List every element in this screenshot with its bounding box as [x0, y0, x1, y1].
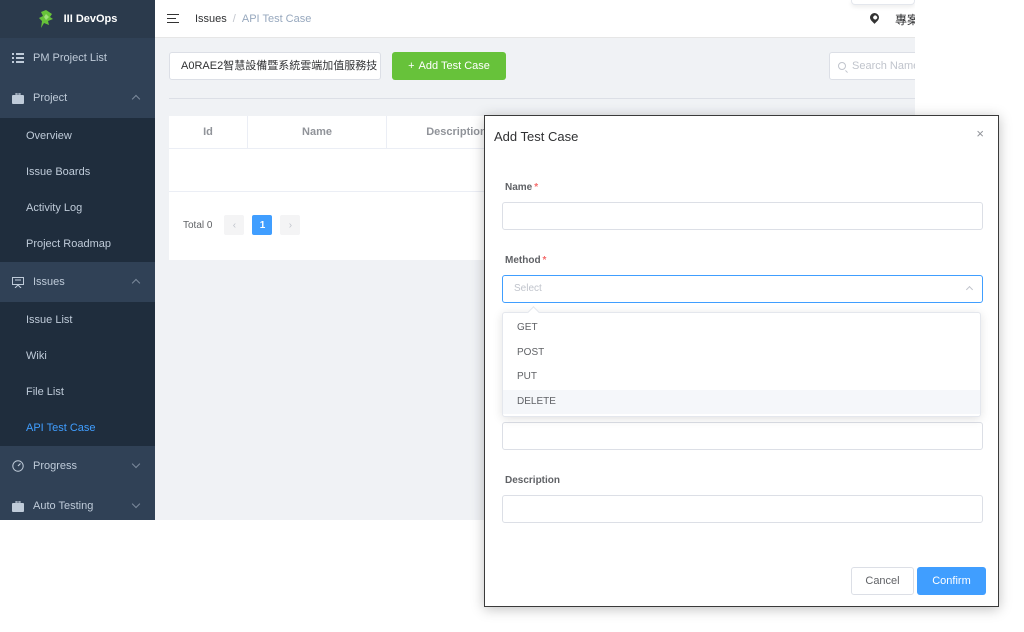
method-dropdown: GET POST PUT DELETE [502, 312, 981, 417]
sidebar-item-label: PM Project List [33, 52, 107, 64]
column-header-id[interactable]: Id [169, 116, 248, 148]
list-icon [12, 52, 24, 64]
breadcrumb: Issues / API Test Case [195, 13, 311, 25]
description-label: Description [505, 475, 561, 486]
sidebar-item-project[interactable]: Project [0, 78, 155, 118]
prev-page-button[interactable]: ‹ [224, 215, 245, 235]
divider [169, 98, 915, 99]
sidebar-item-pm-project-list[interactable]: PM Project List [0, 38, 155, 78]
sidebar-item-label: Issues [33, 276, 65, 288]
breadcrumb-current: API Test Case [241, 12, 312, 25]
logo-icon [38, 9, 54, 29]
method-select[interactable]: Select [502, 275, 983, 303]
search-icon [838, 62, 846, 70]
sidebar-item-label: Wiki [26, 350, 47, 362]
breadcrumb-parent[interactable]: Issues [195, 13, 227, 25]
location-pin-icon[interactable] [868, 11, 881, 24]
required-mark: * [534, 182, 539, 193]
navbar: Issues / API Test Case 專案 [155, 0, 915, 38]
confirm-button[interactable]: Confirm [917, 567, 986, 595]
sidebar-item-label: Activity Log [26, 202, 83, 214]
sidebar-item-label: Project [33, 92, 68, 104]
sidebar-item-label: Issue Boards [26, 166, 91, 178]
next-page-button[interactable]: › [280, 215, 301, 235]
presentation-icon [12, 276, 24, 288]
page-number-button[interactable]: 1 [252, 215, 273, 235]
project-switcher-text[interactable]: 專案 [895, 11, 915, 28]
method-option-post[interactable]: POST [503, 341, 980, 366]
plus-icon: + [408, 60, 415, 72]
pagination-total: Total 0 [183, 219, 213, 231]
required-mark: * [542, 255, 547, 266]
search-placeholder: Search Name [852, 60, 915, 72]
description-input[interactable] [502, 495, 983, 523]
add-test-case-label: Add Test Case [418, 60, 490, 72]
sidebar-item-label: File List [26, 386, 64, 398]
sidebar-item-activity-log[interactable]: Activity Log [0, 190, 155, 226]
logo[interactable]: III DevOps [0, 0, 155, 38]
project-select[interactable]: A0RAE2智慧設備暨系統雲端加值服務技 [169, 52, 381, 80]
name-input[interactable] [502, 202, 983, 230]
method-option-put[interactable]: PUT [503, 365, 980, 390]
hamburger-icon[interactable] [167, 13, 179, 24]
floating-panel-edge [851, 0, 915, 5]
add-test-case-dialog: Add Test Case × Name * Method * Select Des… [484, 115, 999, 607]
sidebar-item-issue-list[interactable]: Issue List [0, 302, 155, 338]
sidebar-item-label: API Test Case [26, 422, 96, 434]
sidebar-item-label: Auto Testing [33, 500, 94, 512]
briefcase-icon [12, 500, 24, 512]
cancel-button[interactable]: Cancel [851, 567, 914, 595]
sidebar-item-overview[interactable]: Overview [0, 118, 155, 154]
method-placeholder: Select [514, 283, 542, 294]
method-option-get[interactable]: GET [503, 316, 980, 341]
sidebar-item-label: Issue List [26, 314, 73, 326]
dialog-title: Add Test Case [494, 129, 579, 144]
chevron-down-icon [131, 459, 141, 469]
sidebar-item-label: Overview [26, 130, 72, 142]
gauge-icon [12, 460, 24, 472]
sidebar-item-issue-boards[interactable]: Issue Boards [0, 154, 155, 190]
chevron-up-icon [965, 285, 974, 294]
app-title: III DevOps [63, 13, 118, 25]
sidebar-item-wiki[interactable]: Wiki [0, 338, 155, 374]
sidebar-item-auto-testing[interactable]: Auto Testing [0, 486, 155, 520]
search-input[interactable]: Search Name [829, 52, 915, 80]
column-header-name[interactable]: Name [248, 116, 387, 148]
add-test-case-button[interactable]: + Add Test Case [392, 52, 506, 80]
sidebar-item-project-roadmap[interactable]: Project Roadmap [0, 226, 155, 262]
sidebar-item-issues[interactable]: Issues [0, 262, 155, 302]
method-option-delete[interactable]: DELETE [503, 389, 980, 414]
sidebar-item-file-list[interactable]: File List [0, 374, 155, 410]
sidebar-item-api-test-case[interactable]: API Test Case [0, 410, 155, 446]
close-icon[interactable]: × [976, 126, 984, 141]
sidebar-item-progress[interactable]: Progress [0, 446, 155, 486]
url-input[interactable] [502, 422, 983, 450]
chevron-up-icon [131, 94, 141, 104]
chevron-down-icon [131, 499, 141, 509]
sidebar-item-label: Project Roadmap [26, 238, 111, 250]
chevron-up-icon [131, 278, 141, 288]
project-select-value: A0RAE2智慧設備暨系統雲端加值服務技 [181, 60, 378, 72]
breadcrumb-separator: / [232, 12, 236, 25]
briefcase-icon [12, 92, 24, 104]
sidebar: III DevOps PM Project List Project Overv… [0, 0, 155, 520]
name-label: Name * [505, 182, 539, 193]
method-label: Method * [505, 255, 547, 266]
sidebar-item-label: Progress [33, 460, 78, 472]
